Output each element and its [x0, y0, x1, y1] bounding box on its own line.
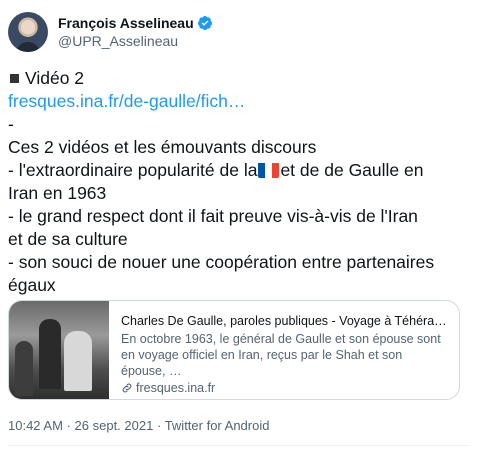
link-icon — [122, 383, 132, 393]
tweet-line-souci-cont: égaux — [8, 275, 56, 295]
tweet-line-popularity: - l'extraordinaire popularité de la et de… — [8, 159, 470, 182]
meta-separator: · — [66, 418, 71, 433]
thumbnail-figure — [39, 319, 61, 389]
tweet-text: Vidéo 2 fresques.ina.fr/de-gaulle/fich… … — [8, 67, 470, 297]
black-square-icon — [10, 73, 19, 83]
author-handle[interactable]: @UPR_Asselineau — [58, 32, 213, 50]
author-name-row: François Asselineau — [58, 14, 213, 32]
tweet-source: Twitter for Android — [164, 418, 270, 433]
tweet-line-respect: - le grand respect dont il fait preuve v… — [8, 206, 418, 226]
card-domain-row: fresques.ina.fr — [121, 380, 449, 396]
popularity-text-b: et de de Gaulle en — [280, 160, 424, 180]
tweet-date[interactable]: 26 sept. 2021 — [75, 418, 154, 433]
thumbnail-figure — [15, 341, 33, 396]
author-name[interactable]: François Asselineau — [58, 14, 194, 32]
video-label: Vidéo 2 — [25, 68, 85, 88]
card-title: Charles De Gaulle, paroles publiques - V… — [121, 314, 449, 328]
verified-badge-icon — [197, 16, 212, 30]
meta-separator: · — [156, 418, 162, 433]
author-info: François Asselineau @UPR_Asselineau — [58, 14, 213, 50]
tweet: François Asselineau @UPR_Asselineau Vidé… — [0, 0, 478, 461]
tweet-line-souci: - son souci de nouer une coopération ent… — [8, 252, 435, 272]
tweet-meta: 10:42 AM · 26 sept. 2021 · Twitter for A… — [8, 418, 269, 433]
tweet-header: François Asselineau @UPR_Asselineau — [8, 10, 213, 54]
tweet-line-video: Vidéo 2 — [8, 67, 470, 90]
france-flag-icon — [258, 162, 280, 178]
card-description: En octobre 1963, le général de Gaulle et… — [121, 332, 441, 378]
avatar[interactable] — [8, 12, 48, 52]
card-body: Charles De Gaulle, paroles publiques - V… — [109, 301, 459, 399]
card-domain: fresques.ina.fr — [136, 381, 216, 395]
tweet-line-popularity-cont: Iran en 1963 — [8, 183, 107, 203]
popularity-text-a: - l'extraordinaire popularité de la — [8, 160, 258, 180]
tweet-line-respect-cont: et de sa culture — [8, 229, 128, 249]
tweet-link[interactable]: fresques.ina.fr/de-gaulle/fich… — [8, 90, 470, 113]
tweet-line-dash: - — [8, 114, 14, 134]
tweet-line-intro: Ces 2 vidéos et les émouvants discours — [8, 137, 317, 157]
thumbnail-figure — [64, 331, 92, 391]
tweet-time[interactable]: 10:42 AM — [8, 418, 63, 433]
card-thumbnail — [9, 301, 109, 399]
divider — [8, 445, 470, 446]
link-preview-card[interactable]: Charles De Gaulle, paroles publiques - V… — [8, 300, 460, 400]
